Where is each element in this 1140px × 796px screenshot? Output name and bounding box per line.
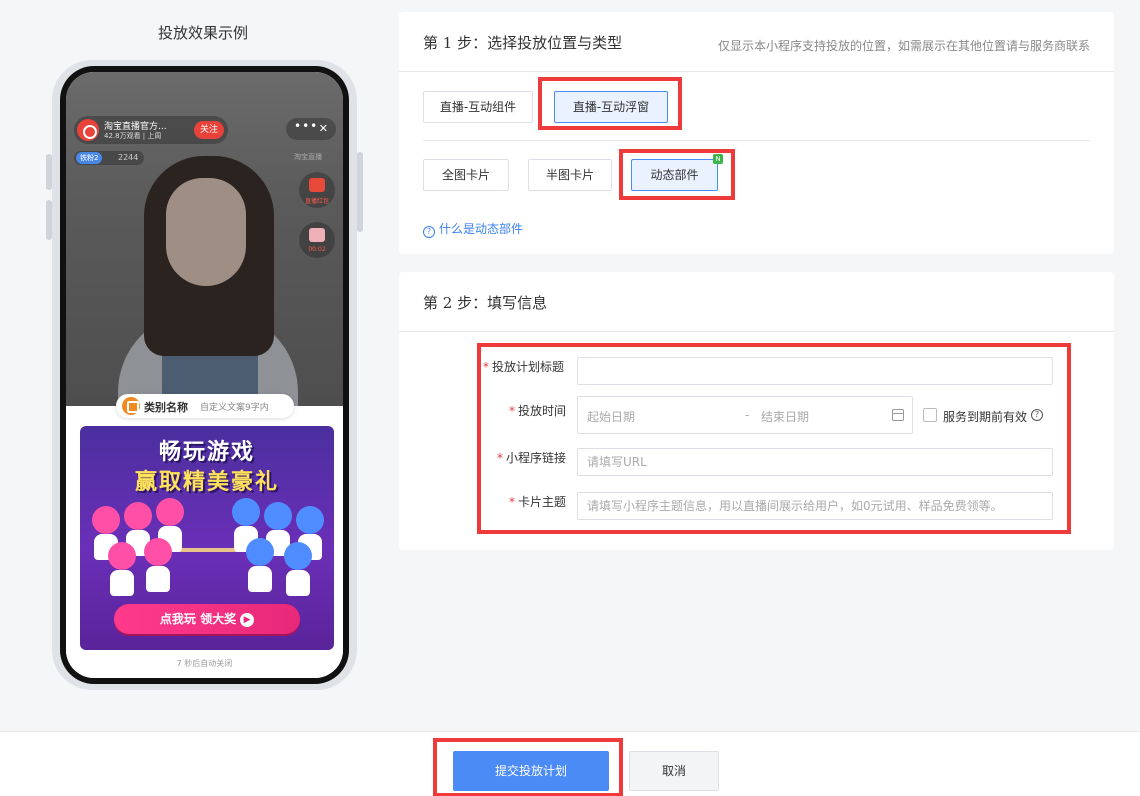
position-option-component[interactable]: 直播-互动组件 <box>423 91 533 123</box>
character-figure <box>92 506 120 534</box>
highlight-box <box>433 738 623 796</box>
promo-play-label: 点我玩 领大奖 <box>159 612 237 626</box>
red-packet-icon <box>309 178 325 192</box>
side-tag: 淘宝直播 <box>294 153 322 161</box>
highlight-box <box>477 343 1071 534</box>
character-figure <box>246 538 274 566</box>
character-figure <box>156 498 184 526</box>
category-icon <box>122 397 140 415</box>
section-divider <box>423 140 1090 141</box>
red-packet-label: 直播红包 <box>304 198 329 205</box>
step2-panel: 第 2 步：填写信息 * 投放计划标题 * 投放时间 起始日期 - 结束日期 服务到… <box>399 272 1114 550</box>
anchor-info: 淘宝直播官方... 42.8万观看 | 上周 关注 <box>74 116 228 144</box>
footer-bar: 提交投放计划 取消 <box>0 731 1140 796</box>
character-figure <box>144 538 172 566</box>
character-figure <box>124 502 152 530</box>
promo-subheadline: 赢取精美豪礼 <box>134 470 279 495</box>
streamer-face <box>166 178 246 286</box>
gift-icon <box>309 228 325 242</box>
cancel-button[interactable]: 取消 <box>629 751 719 791</box>
question-icon: ? <box>423 226 435 238</box>
anchor-stats: 42.8万观看 | 上周 <box>104 132 162 140</box>
promo-headline: 畅玩游戏 <box>158 440 255 465</box>
step1-note: 仅显示本小程序支持投放的位置，如需展示在其他位置请与服务商联系 <box>717 39 1090 53</box>
help-link-label: 什么是动态部件 <box>439 222 524 236</box>
promo-banner[interactable]: 畅玩游戏 赢取精美豪礼 点我玩 领大奖 ▶ <box>80 426 334 650</box>
auto-close-hint: 7 秒后自动关闭 <box>176 659 233 668</box>
step2-header: 第 2 步：填写信息 <box>399 272 1114 332</box>
character-figure <box>284 542 312 570</box>
phone-side-button <box>46 154 52 190</box>
highlight-box <box>619 149 735 200</box>
phone-power-button <box>357 152 363 232</box>
follow-button[interactable]: 关注 <box>193 121 224 139</box>
fan-count: 2244 <box>118 153 139 162</box>
phone-mockup: 淘宝直播官方... 42.8万观看 | 上周 关注 ••• ✕ 铁粉2 2244… <box>46 60 363 690</box>
fan-level-label: 铁粉2 <box>76 152 103 164</box>
gift-timer-button[interactable]: 00:02 <box>299 222 335 258</box>
step1-panel: 第 1 步：选择投放位置与类型 仅显示本小程序支持投放的位置，如需展示在其他位置… <box>399 12 1114 254</box>
character-figure <box>264 502 292 530</box>
character-body <box>110 570 134 596</box>
step2-title: 第 2 步：填写信息 <box>423 294 548 312</box>
type-option-full-card[interactable]: 全图卡片 <box>423 159 509 191</box>
character-figure <box>296 506 324 534</box>
phone-bezel: 淘宝直播官方... 42.8万观看 | 上周 关注 ••• ✕ 铁粉2 2244… <box>60 66 349 684</box>
phone-side-button <box>46 200 52 240</box>
character-body <box>286 570 310 596</box>
preview-title: 投放效果示例 <box>157 24 248 42</box>
character-body <box>146 566 170 592</box>
category-desc: 自定义文案9字内 <box>200 403 269 413</box>
fan-level-badge: 铁粉2 2244 <box>74 151 144 165</box>
top-controls: ••• ✕ <box>286 118 336 140</box>
category-name: 类别名称 <box>144 401 188 414</box>
help-link[interactable]: ? 什么是动态部件 <box>423 220 523 238</box>
arrow-right-icon: ▶ <box>240 612 255 627</box>
step1-header: 第 1 步：选择投放位置与类型 仅显示本小程序支持投放的位置，如需展示在其他位置… <box>399 12 1114 72</box>
live-stream-view: 淘宝直播官方... 42.8万观看 | 上周 关注 ••• ✕ 铁粉2 2244… <box>66 72 343 422</box>
gift-timer-label: 00:02 <box>308 246 326 253</box>
category-pill: 类别名称 自定义文案9字内 <box>116 394 294 418</box>
character-figure <box>232 498 260 526</box>
highlight-box <box>538 77 682 130</box>
anchor-avatar <box>77 119 99 141</box>
character-body <box>248 566 272 592</box>
step1-title: 第 1 步：选择投放位置与类型 <box>423 34 623 52</box>
close-icon[interactable]: ✕ <box>319 118 328 140</box>
character-figure <box>108 542 136 570</box>
floating-card: 类别名称 自定义文案9字内 畅玩游戏 赢取精美豪礼 点我玩 领大奖 ▶ 7 秒后… <box>66 394 343 678</box>
phone-screen: 淘宝直播官方... 42.8万观看 | 上周 关注 ••• ✕ 铁粉2 2244… <box>66 72 343 678</box>
promo-play-button[interactable]: 点我玩 领大奖 ▶ <box>114 604 300 634</box>
type-option-half-card[interactable]: 半图卡片 <box>528 159 612 191</box>
more-icon[interactable]: ••• <box>294 115 318 137</box>
red-packet-button[interactable]: 直播红包 <box>299 172 335 208</box>
